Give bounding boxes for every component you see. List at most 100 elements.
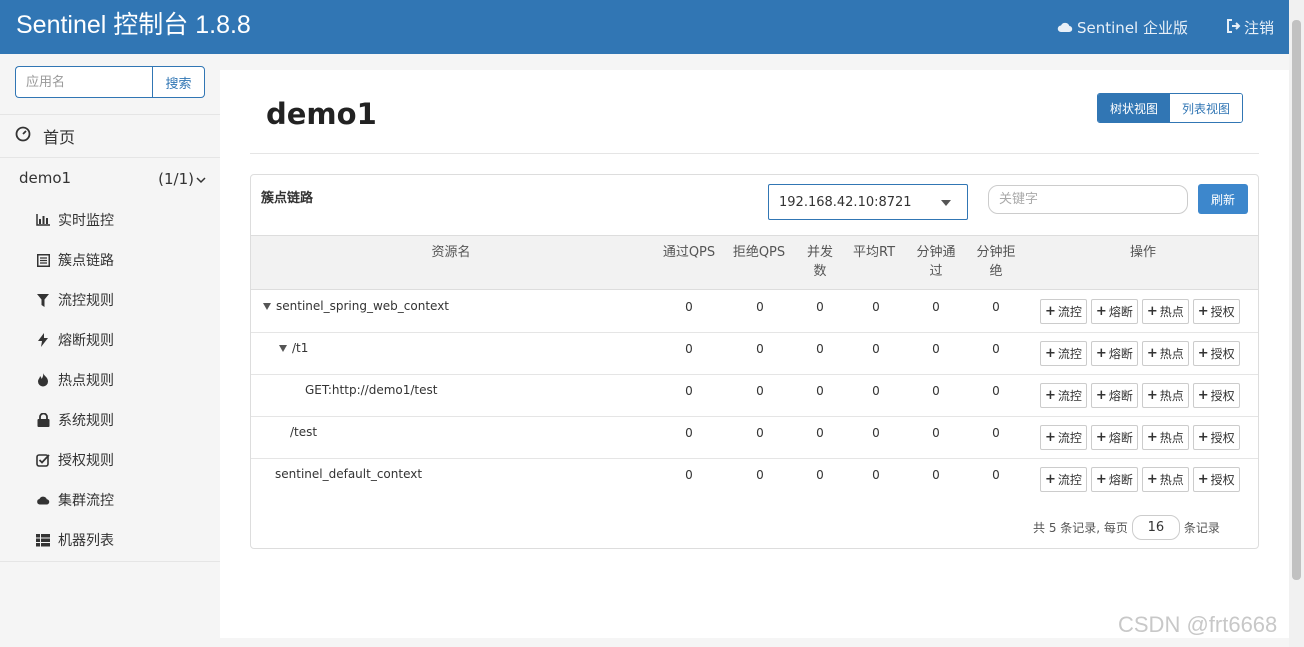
tree-view-button[interactable]: 树状视图 [1098, 94, 1171, 122]
keyword-input[interactable] [988, 185, 1188, 214]
col-minute-block-line2: 绝 [989, 264, 1003, 279]
col-concurrency-line1: 并发 [806, 245, 833, 260]
auth-button[interactable]: + 授权 [1192, 425, 1240, 450]
row-actions: + 流控 + 熔断 + 热点 + 授权 [1040, 467, 1240, 492]
degrade-button[interactable]: + 熔断 [1090, 425, 1138, 450]
hot-button[interactable]: + 热点 [1141, 467, 1189, 492]
sidebar-item-auth-rules[interactable]: 授权规则 [0, 440, 220, 480]
metric-cell: 0 [932, 384, 940, 398]
resource-name: sentinel_spring_web_context [276, 299, 450, 313]
sidebar-item-monitor[interactable]: 实时监控 [0, 200, 220, 240]
page-size-input[interactable] [1131, 515, 1180, 540]
flow-button[interactable]: + 流控 [1040, 467, 1087, 492]
sidebar-item-hot-rules[interactable]: 热点规则 [0, 360, 220, 400]
flow-button[interactable]: + 流控 [1040, 383, 1087, 408]
flash-icon [36, 333, 50, 347]
degrade-button[interactable]: + 熔断 [1090, 299, 1138, 324]
action-label: 熔断 [1108, 347, 1133, 361]
resource-name-cell: /test [290, 425, 317, 439]
plus-icon: + [1146, 304, 1158, 319]
hot-button[interactable]: + 热点 [1141, 425, 1189, 450]
expand-triangle-icon[interactable] [263, 302, 271, 310]
app-count: (1/1) [158, 170, 194, 188]
scrollbar-thumb[interactable] [1292, 20, 1301, 580]
app-search-button[interactable]: 搜索 [152, 66, 205, 98]
metric-cell: 0 [872, 342, 880, 356]
flow-button[interactable]: + 流控 [1040, 341, 1087, 366]
row-actions: + 流控 + 熔断 + 热点 + 授权 [1040, 425, 1240, 450]
sidebar-item-home[interactable]: 首页 [0, 114, 220, 158]
app-count-wrap: (1/1) [158, 170, 206, 188]
hot-button[interactable]: + 热点 [1141, 299, 1189, 324]
resource-name: GET:http://demo1/test [305, 383, 438, 397]
sidebar-item-flow-rules[interactable]: 流控规则 [0, 280, 220, 320]
degrade-button[interactable]: + 熔断 [1090, 467, 1138, 492]
action-label: 流控 [1057, 347, 1082, 361]
plus-icon: + [1197, 472, 1209, 487]
flow-button[interactable]: + 流控 [1040, 425, 1087, 450]
enterprise-link[interactable]: Sentinel 企业版 [1057, 18, 1188, 38]
flow-button[interactable]: + 流控 [1040, 299, 1087, 324]
plus-icon: + [1045, 472, 1056, 487]
plus-icon: + [1146, 388, 1158, 403]
sidebar-item-degrade-rules[interactable]: 熔断规则 [0, 320, 220, 360]
table-row: GET:http://demo1/test 0 0 0 0 0 0 + 流控 + 熔断 + 热点 + 授权 [251, 375, 1258, 417]
table-row: /t1 0 0 0 0 0 0 + 流控 + 熔断 + 热点 + 授权 [251, 333, 1258, 375]
plus-icon: + [1095, 430, 1107, 445]
plus-icon: + [1095, 346, 1107, 361]
plus-icon: + [1045, 346, 1056, 361]
action-label: 熔断 [1108, 473, 1133, 487]
action-label: 热点 [1159, 389, 1184, 403]
col-block-qps: 拒绝QPS [732, 245, 786, 260]
sidebar-item-label: 实时监控 [58, 213, 114, 229]
hot-button[interactable]: + 热点 [1141, 383, 1189, 408]
watermark: CSDN @frt6668 [1118, 612, 1278, 637]
resource-name-cell: sentinel_default_context [275, 467, 422, 481]
brand-title[interactable]: Sentinel 控制台 1.8.8 [16, 8, 251, 42]
sidebar-item-label: 集群流控 [58, 493, 114, 509]
auth-button[interactable]: + 授权 [1192, 341, 1240, 366]
app-search-input[interactable] [15, 66, 152, 98]
plus-icon: + [1197, 388, 1209, 403]
sidebar-item-cluster-link[interactable]: 簇点链路 [0, 240, 220, 280]
auth-button[interactable]: + 授权 [1192, 299, 1240, 324]
col-minute-block-line1: 分钟拒 [976, 245, 1016, 260]
action-label: 热点 [1159, 347, 1184, 361]
plus-icon: + [1197, 430, 1209, 445]
table-header: 资源名 通过QPS 拒绝QPS 并发数 平均RT 分钟通过 分钟拒绝 操作 [251, 235, 1258, 290]
auth-button[interactable]: + 授权 [1192, 467, 1240, 492]
auth-button[interactable]: + 授权 [1192, 383, 1240, 408]
plus-icon: + [1095, 388, 1107, 403]
sidebar-item-label: 机器列表 [58, 533, 114, 549]
metric-cell: 0 [992, 384, 1000, 398]
plus-icon: + [1197, 346, 1209, 361]
sidebar-item-system-rules[interactable]: 系统规则 [0, 400, 220, 440]
home-label: 首页 [43, 128, 76, 147]
sidebar-app-demo1[interactable]: demo1 (1/1) [0, 158, 220, 198]
plus-icon: + [1197, 304, 1209, 319]
row-actions: + 流控 + 熔断 + 热点 + 授权 [1040, 383, 1240, 408]
metric-cell: 0 [872, 300, 880, 314]
expand-triangle-icon[interactable] [279, 344, 287, 352]
action-label: 熔断 [1108, 305, 1133, 319]
action-label: 授权 [1210, 473, 1235, 487]
lock-icon [36, 413, 50, 427]
sidebar-item-cluster-flow[interactable]: 集群流控 [0, 480, 220, 520]
degrade-button[interactable]: + 熔断 [1090, 383, 1138, 408]
logout-label: 注销 [1244, 19, 1275, 37]
list-view-button[interactable]: 列表视图 [1170, 94, 1243, 122]
machine-select[interactable]: 192.168.42.10:8721 [768, 184, 968, 220]
action-label: 流控 [1057, 431, 1082, 445]
hot-button[interactable]: + 热点 [1141, 341, 1189, 366]
degrade-button[interactable]: + 熔断 [1090, 341, 1138, 366]
col-concurrency-line2: 数 [813, 264, 827, 279]
col-resource: 资源名 [431, 245, 471, 260]
pagination: 共 5 条记录, 每页 条记录 [1033, 515, 1220, 540]
sidebar-item-machine-list[interactable]: 机器列表 [0, 520, 220, 560]
action-label: 熔断 [1108, 431, 1133, 445]
metric-cell: 0 [872, 426, 880, 440]
action-label: 流控 [1057, 305, 1082, 319]
metric-cell: 0 [756, 468, 764, 482]
logout-link[interactable]: 注销 [1226, 18, 1274, 38]
refresh-button[interactable]: 刷新 [1198, 184, 1248, 214]
